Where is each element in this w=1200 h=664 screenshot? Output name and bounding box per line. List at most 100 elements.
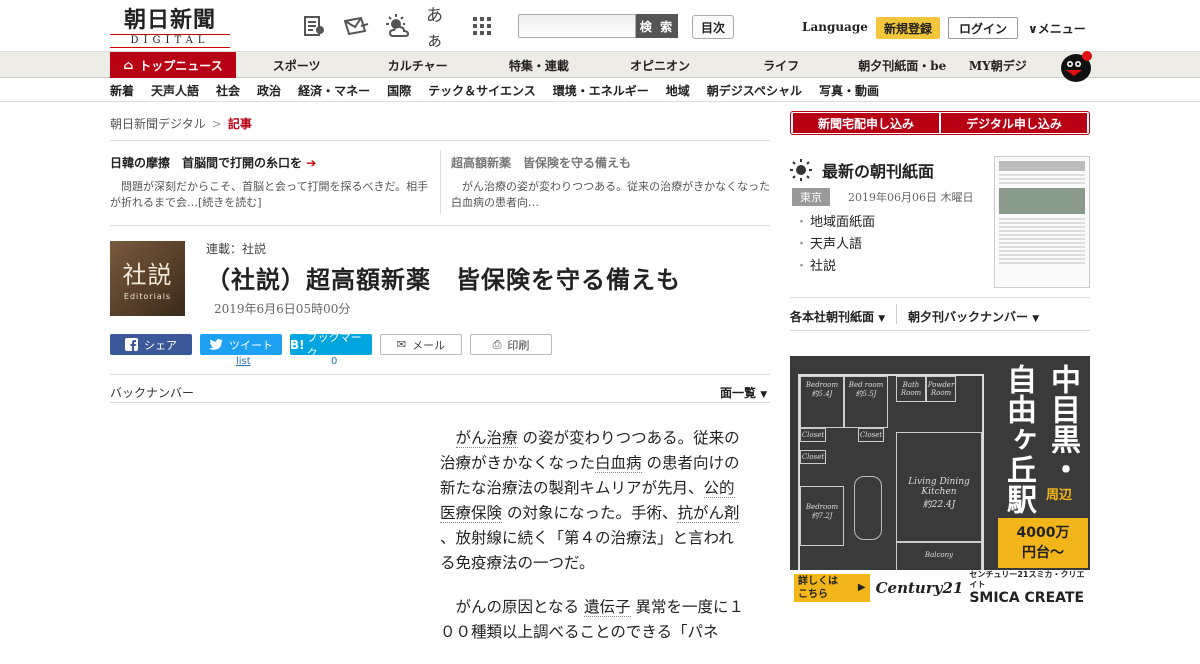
thumb-line: [999, 246, 1085, 248]
room-name: Bedroom: [805, 381, 839, 389]
related-article-1[interactable]: 日韓の摩擦 首脳間で打開の糸口を ➔ 問題が深刻だからこそ、首脳と会って打開を探…: [110, 154, 430, 211]
paper-icon[interactable]: [300, 12, 328, 40]
divider: [896, 304, 897, 324]
breadcrumb-current: 記事: [227, 117, 252, 131]
hatena-count: 0: [331, 356, 338, 367]
real-estate-advertisement[interactable]: Bedroom 約5.4J Bed room 約5.5J Bath Room Pow…: [790, 356, 1090, 606]
divider: [440, 150, 441, 214]
series-label[interactable]: 連載：社説: [206, 240, 266, 257]
search-button[interactable]: 検 索: [636, 14, 678, 38]
table-of-contents-button[interactable]: 目次: [692, 15, 734, 39]
paper-link-label: 地域面紙面: [810, 215, 876, 230]
thumb-line: [999, 178, 1085, 180]
subnav-item-environment[interactable]: 環境・エネルギー: [553, 82, 649, 99]
breadcrumb-home[interactable]: 朝日新聞デジタル: [110, 117, 206, 131]
nav-item-paper[interactable]: 朝夕刊紙面・be: [842, 52, 963, 78]
divider: [790, 330, 1090, 331]
subnav-item-economy[interactable]: 経済・マネー: [298, 82, 370, 99]
keyword-link[interactable]: 白血病: [595, 454, 642, 473]
newspaper-thumbnail[interactable]: [994, 156, 1090, 288]
divider: [110, 225, 770, 226]
keyword-link[interactable]: 抗がん剤: [677, 504, 740, 523]
asahi-digital-logo[interactable]: 朝日新聞 DIGITAL: [110, 8, 230, 48]
related-title-text: 日韓の摩擦 首脳間で打開の糸口を: [110, 156, 303, 170]
paper-link[interactable]: 天声人語: [795, 234, 875, 256]
ad-vicinity: 周辺: [1046, 488, 1073, 503]
nav-item-sports[interactable]: スポーツ: [236, 52, 357, 78]
login-button[interactable]: ログイン: [948, 17, 1018, 39]
thumb-line: [999, 234, 1085, 236]
body-text: 、放射線に続く「第４の治療法」と言われる免疫療法の一つだ。: [440, 529, 734, 572]
subnav-item-international[interactable]: 国際: [387, 82, 411, 99]
subnav-item-special[interactable]: 朝デジスペシャル: [707, 82, 802, 99]
backnumber-link[interactable]: バックナンバー: [110, 384, 194, 401]
mail-icon: ✉: [396, 338, 407, 351]
nav-item-life[interactable]: ライフ: [721, 52, 842, 78]
brand-sub: センチュリー21スミカ・クリエイト: [969, 570, 1085, 589]
thumb-line: [999, 174, 1085, 176]
mail-icon[interactable]: [342, 12, 370, 40]
editorial-badge-en: Editorials: [123, 292, 172, 301]
sub-nav: 新着 天声人語 社会 政治 経済・マネー 国際 テック＆サイエンス 環境・エネル…: [0, 78, 1200, 102]
weather-icon[interactable]: [384, 12, 412, 40]
latest-paper-heading: 最新の朝刊紙面: [790, 158, 934, 182]
arrow-right-icon: ➔: [306, 156, 317, 170]
subnav-item-region[interactable]: 地域: [666, 82, 690, 99]
subnav-item-tensei[interactable]: 天声人語: [151, 82, 199, 99]
menu-button[interactable]: ∨メニュー: [1028, 20, 1086, 37]
backnumber-dropdown[interactable]: 朝夕刊バックナンバー ▼: [908, 308, 1039, 325]
nav-item-top-news[interactable]: ⌂ トップニュース: [110, 52, 236, 78]
body-text: 異常を一度に: [635, 598, 729, 616]
related-article-2[interactable]: 超高額新薬 皆保険を守る備えも がん治療の姿が変わりつつある。従来の治療がきかな…: [451, 154, 771, 211]
print-button[interactable]: ⎙ 印刷: [470, 334, 552, 355]
ad-details-button[interactable]: 詳しくは こちら: [794, 574, 870, 602]
paper-link-label: 天声人語: [810, 237, 863, 252]
nav-item-opinion[interactable]: オピニオン: [599, 52, 720, 78]
ad-area-text: 中目黒: [1045, 364, 1080, 454]
article-date: 2019年6月6日05時00分: [214, 302, 351, 316]
apps-grid-icon[interactable]: [468, 12, 496, 40]
room-label: Closet: [800, 428, 826, 442]
register-button[interactable]: 新規登録: [876, 17, 940, 39]
main-nav: ⌂ トップニュース スポーツ カルチャー 特集・連載 オピニオン ライフ 朝夕刊紙…: [0, 51, 1200, 82]
room-size: 約22.4J: [922, 500, 956, 510]
nav-item-culture[interactable]: カルチャー: [357, 52, 478, 78]
subnav-item-tech[interactable]: テック＆サイエンス: [428, 82, 536, 99]
breadcrumb: 朝日新聞デジタル > 記事: [110, 115, 252, 132]
twitter-list-link[interactable]: list: [236, 356, 251, 367]
search-input[interactable]: [518, 14, 636, 38]
share-label: 印刷: [507, 338, 530, 352]
subnav-item-new[interactable]: 新着: [110, 82, 134, 99]
thumb-line: [999, 250, 1085, 252]
language-link[interactable]: Language: [802, 20, 868, 34]
paper-link[interactable]: 社説: [795, 256, 875, 278]
mascot-icon[interactable]: [1056, 48, 1094, 82]
subnav-item-photo-video[interactable]: 写真・動画: [819, 82, 879, 99]
page-list-dropdown[interactable]: 面一覧 ▼: [720, 384, 767, 401]
logo-en: DIGITAL: [110, 34, 230, 48]
thumb-line: [999, 258, 1085, 260]
subnav-item-society[interactable]: 社会: [216, 82, 240, 99]
font-size-icon[interactable]: あぁ: [426, 6, 454, 51]
facebook-share-button[interactable]: シェア: [110, 334, 192, 355]
brand-main: SMICA CREATE: [969, 590, 1085, 606]
newspaper-delivery-button[interactable]: 新聞宅配申し込み: [793, 113, 939, 133]
ad-footer: 詳しくはこちら Century21 センチュリー21スミカ・クリエイトSMICA…: [790, 570, 1090, 606]
ad-more-line: 詳しくは: [798, 576, 838, 587]
paper-link[interactable]: 地域面紙面: [795, 212, 875, 234]
room-label: Closet: [800, 450, 826, 464]
mail-share-button[interactable]: ✉ メール: [380, 334, 462, 355]
subnav-item-politics[interactable]: 政治: [257, 82, 281, 99]
twitter-share-button[interactable]: ツイート: [200, 334, 282, 355]
nav-item-features[interactable]: 特集・連載: [478, 52, 599, 78]
hatena-bookmark-button[interactable]: B! ブックマーク: [290, 331, 372, 360]
tool-icons: あぁ: [300, 6, 496, 51]
keyword-link[interactable]: がん治療: [455, 429, 518, 448]
article-paragraph: がんの原因となる 遺伝子 異常を一度に１００種類以上調べることのできる「パネ: [440, 595, 748, 645]
paper-title: 最新の朝刊紙面: [822, 162, 935, 181]
article-paragraph: がん治療 の姿が変わりつつある。従来の治療がきかなくなった白血病 の患者向けの新…: [440, 426, 748, 576]
digital-subscribe-button[interactable]: デジタル申し込み: [941, 113, 1087, 133]
share-label: メール: [412, 338, 446, 352]
keyword-link[interactable]: 遺伝子: [583, 598, 631, 617]
regional-paper-dropdown[interactable]: 各本社朝刊紙面 ▼: [790, 308, 885, 325]
